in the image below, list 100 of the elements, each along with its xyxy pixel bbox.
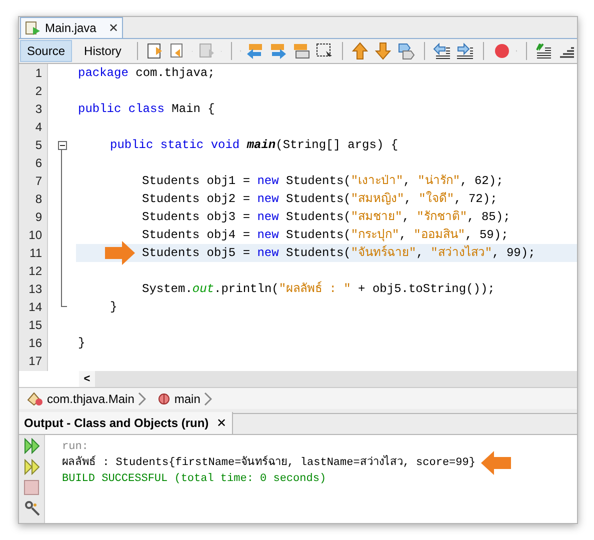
code-token: "น่ารัก" — [418, 173, 460, 190]
breadcrumb-item[interactable]: com.thjava.Main — [47, 390, 134, 408]
line-number: 8 — [34, 191, 43, 208]
code-token: Students( — [285, 191, 351, 208]
code-token: , 72); — [454, 191, 498, 208]
code-token: , 85); — [467, 209, 510, 226]
up-arrow-icon[interactable] — [351, 42, 370, 60]
class-icon — [27, 392, 43, 406]
code-token: new — [257, 191, 279, 208]
bookmark-icon[interactable] — [397, 42, 416, 60]
line-number: 11 — [28, 245, 43, 262]
line-number: 14 — [28, 299, 43, 316]
code-token: , 99); — [492, 245, 536, 262]
shift-right-icon[interactable] — [456, 42, 474, 60]
tab-title: Main.java — [45, 20, 96, 37]
line-number: 7 — [34, 173, 43, 190]
code-token: Students( — [285, 209, 351, 226]
close-icon[interactable]: ✕ — [216, 414, 227, 432]
line-number: 3 — [34, 101, 43, 118]
code-token: "สว่างไสว" — [430, 244, 492, 262]
code-token: Students( — [285, 227, 351, 244]
toggle-highlight-icon[interactable] — [292, 42, 310, 60]
code-token: , — [403, 173, 412, 190]
code-token: public class — [78, 101, 164, 118]
output-line: ผลลัพธ์ : Students{firstName=จันทร์ฉาย, lastName=สว่างไสว, score=99} — [62, 454, 476, 471]
code-token: , 59); — [465, 227, 508, 244]
next-icon[interactable] — [269, 42, 288, 60]
code-token: new — [257, 209, 279, 226]
pointer-arrow — [105, 241, 135, 265]
output-line: BUILD SUCCESSFUL (total time: 0 seconds) — [62, 472, 326, 487]
code-token: } — [110, 299, 118, 316]
shift-left-icon[interactable] — [433, 42, 452, 60]
output-line: run: — [62, 440, 88, 455]
code-token: "สมชาย" — [350, 209, 402, 226]
code-token: "ใจดี" — [418, 190, 454, 208]
pointer-arrow — [481, 451, 512, 475]
down-arrow-icon[interactable] — [374, 42, 392, 60]
code-token: Students( — [285, 245, 351, 262]
breadcrumb-item[interactable]: main — [174, 390, 200, 408]
code-token: , — [402, 209, 410, 226]
rerun-icon[interactable] — [24, 438, 40, 454]
code-token: .println( — [214, 281, 279, 298]
code-token: public static void — [110, 137, 241, 154]
code-token: com.thjava; — [134, 65, 215, 82]
output-title: Output - Class and Objects (run) — [24, 415, 209, 432]
code-token: "รักชาติ" — [416, 209, 468, 226]
method-icon — [158, 392, 170, 404]
line-number: 16 — [28, 335, 43, 352]
line-number: 4 — [34, 119, 43, 136]
code-token: Students obj5 = — [142, 245, 252, 262]
code-token: "ออมสิน" — [414, 227, 466, 244]
line-number: 10 — [28, 227, 43, 244]
line-number: 1 — [34, 65, 43, 82]
code-token: Students obj2 = — [142, 191, 252, 208]
output-tab[interactable]: Output - Class and Objects (run) ✕ — [19, 412, 233, 434]
code-token: } — [78, 335, 86, 352]
line-number: 12 — [28, 263, 43, 280]
code-token: main — [246, 137, 276, 154]
code-token: , — [416, 245, 424, 262]
editor-tab[interactable]: Main.java ✕ — [20, 17, 124, 38]
view-tab[interactable]: History — [77, 40, 128, 62]
code-token: , — [399, 227, 408, 244]
document-arrow-icon[interactable] — [198, 42, 216, 60]
code-token: , — [404, 191, 412, 208]
line-number: 5 — [34, 137, 43, 154]
macro-icon[interactable] — [534, 42, 553, 60]
back-arrow-icon[interactable] — [146, 42, 164, 60]
line-number: 13 — [28, 281, 43, 298]
settings-icon[interactable] — [24, 500, 40, 516]
record-icon[interactable] — [492, 42, 510, 60]
close-icon[interactable]: ✕ — [108, 19, 118, 37]
code-token: new — [257, 227, 279, 244]
code-token: Students obj4 = — [142, 227, 252, 244]
rerun-icon[interactable] — [24, 459, 40, 475]
chevron-icon — [204, 392, 212, 406]
code-token: "จันทร์ฉาย" — [350, 244, 416, 262]
view-tab[interactable]: Source — [20, 40, 72, 62]
previous-icon[interactable] — [246, 42, 264, 60]
chevron-icon — [138, 392, 146, 406]
code-token: package — [78, 65, 128, 82]
line-number: 9 — [34, 209, 43, 226]
code-token: "ผลลัพธ์ : " — [278, 280, 351, 298]
code-token: System. — [142, 281, 192, 298]
code-token: "กระปุก" — [350, 227, 400, 244]
line-number: 2 — [34, 83, 43, 100]
code-token: out — [192, 281, 214, 298]
code-token: Main { — [170, 101, 215, 118]
code-token: new — [257, 245, 279, 262]
scroll-left-button[interactable]: < — [79, 371, 95, 387]
code-token: Students obj1 = — [142, 173, 252, 190]
code-token: (String[] args) { — [276, 137, 398, 154]
code-token: new — [257, 173, 279, 190]
java-file-icon — [25, 20, 41, 36]
code-token: Students( — [285, 173, 351, 190]
code-token: , 62); — [460, 173, 504, 190]
code-token: + obj5.toString()); — [357, 281, 495, 298]
code-token: "สมหญิง" — [350, 191, 404, 208]
code-token: "เงาะป่า" — [350, 173, 404, 190]
fold-collapse-icon[interactable] — [58, 140, 66, 150]
line-number: 15 — [28, 317, 43, 334]
